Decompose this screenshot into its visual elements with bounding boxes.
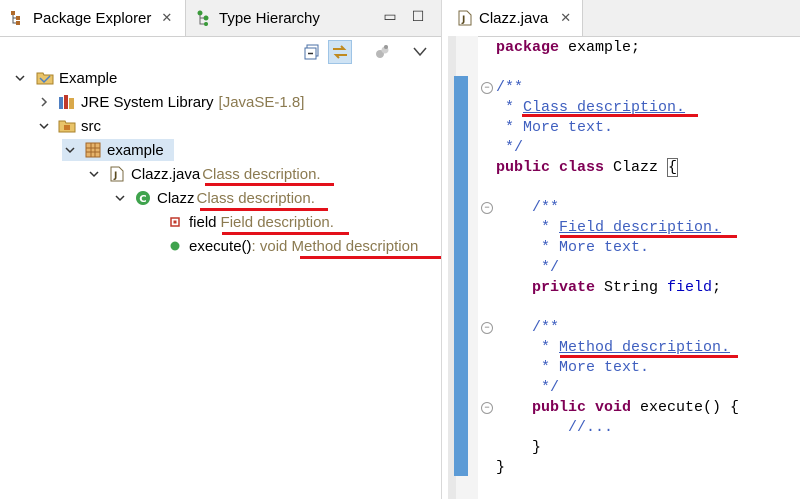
- explorer-tab-bar: Package Explorer ✕ Type Hierarchy ▭ ☐: [0, 0, 442, 37]
- collapse-all-button[interactable]: [300, 40, 324, 64]
- tree-item-class[interactable]: C Clazz Class description.: [112, 187, 315, 209]
- java-file-icon: J: [458, 10, 472, 26]
- project-name: Example: [59, 69, 118, 87]
- fold-collapse-icon[interactable]: −: [481, 322, 493, 334]
- fold-collapse-icon[interactable]: −: [481, 402, 493, 414]
- class-description: Class description.: [196, 189, 315, 207]
- code-line: //...: [496, 419, 614, 436]
- svg-text:C: C: [139, 194, 146, 205]
- package-explorer-icon: [8, 9, 26, 27]
- tree-item-file[interactable]: J Clazz.java Class description.: [86, 163, 321, 185]
- code-line: /**: [496, 319, 560, 336]
- code-line: * More text.: [496, 359, 650, 376]
- tree-item-package[interactable]: example: [62, 139, 174, 161]
- annotation-underline: [560, 355, 738, 358]
- annotation-underline: [205, 183, 334, 186]
- chevron-down-icon[interactable]: [12, 70, 28, 86]
- maximize-icon[interactable]: ☐: [410, 8, 426, 24]
- code-line: package example;: [496, 39, 641, 56]
- tab-label: Type Hierarchy: [219, 9, 320, 27]
- library-icon: [58, 93, 76, 111]
- close-icon[interactable]: ✕: [560, 10, 571, 26]
- editor-tab-label: Clazz.java: [479, 9, 549, 27]
- view-menu-filter-button[interactable]: [370, 40, 394, 64]
- annotation-underline: [522, 114, 698, 117]
- tree-item-src[interactable]: src: [36, 115, 101, 137]
- view-menu-button[interactable]: [408, 40, 432, 64]
- tab-label: Package Explorer: [33, 9, 152, 27]
- tab-clazz-java[interactable]: J Clazz.java ✕: [448, 0, 583, 36]
- method-description: : void Method description: [251, 237, 419, 255]
- tree-item-project[interactable]: Example: [12, 67, 117, 89]
- field-description: Field description.: [220, 213, 334, 231]
- src-name: src: [81, 117, 101, 135]
- svg-text:J: J: [113, 171, 117, 181]
- public-method-icon: [166, 237, 184, 255]
- class-icon: C: [134, 189, 152, 207]
- code-line: /**: [496, 199, 560, 216]
- code-line: }: [496, 459, 506, 476]
- tab-package-explorer[interactable]: Package Explorer ✕: [0, 0, 186, 36]
- minimize-icon[interactable]: ▭: [382, 8, 398, 24]
- code-line: public void execute() {: [496, 399, 740, 416]
- svg-text:J: J: [461, 15, 465, 25]
- javadoc-field-description: Field description.: [559, 219, 722, 236]
- class-name: Clazz: [157, 189, 195, 207]
- code-line: * More text.: [496, 239, 650, 256]
- fold-collapse-icon[interactable]: −: [481, 82, 493, 94]
- code-line: * More text.: [496, 119, 614, 136]
- method-name: execute(): [189, 237, 252, 255]
- annotation-underline: [300, 256, 442, 259]
- package-icon: [84, 141, 102, 159]
- code-line: */: [496, 139, 524, 156]
- package-explorer-pane: Package Explorer ✕ Type Hierarchy ▭ ☐ Ex…: [0, 0, 442, 499]
- editor-pane: J Clazz.java ✕ − − − − package example; …: [448, 0, 800, 499]
- close-icon[interactable]: ✕: [161, 10, 172, 26]
- java-file-icon: J: [108, 165, 126, 183]
- project-folder-icon: [36, 69, 54, 87]
- file-name: Clazz.java: [131, 165, 201, 183]
- private-field-icon: [166, 213, 184, 231]
- library-version: [JavaSE-1.8]: [218, 93, 305, 111]
- chevron-down-icon[interactable]: [36, 118, 52, 134]
- tab-type-hierarchy[interactable]: Type Hierarchy: [194, 0, 320, 36]
- code-line: */: [496, 259, 560, 276]
- javadoc-method-description: Method description.: [559, 339, 731, 356]
- chevron-down-icon[interactable]: [86, 166, 102, 182]
- file-description: Class description.: [202, 165, 321, 183]
- link-with-editor-button[interactable]: [328, 40, 352, 64]
- chevron-right-icon[interactable]: [36, 94, 52, 110]
- tree-item-field[interactable]: field Field description.: [166, 211, 334, 233]
- code-line: public class Clazz {: [496, 158, 679, 177]
- editor-tab-bar: J Clazz.java ✕: [448, 0, 800, 37]
- code-line: */: [496, 379, 560, 396]
- chevron-down-icon[interactable]: [112, 190, 128, 206]
- field-name: field: [189, 213, 217, 231]
- pane-divider[interactable]: [441, 0, 442, 499]
- type-hierarchy-icon: [194, 9, 212, 27]
- tree-item-method[interactable]: execute() : void Method description: [166, 235, 418, 257]
- source-folder-icon: [58, 117, 76, 135]
- tree-item-jre-library[interactable]: JRE System Library [JavaSE-1.8]: [36, 91, 304, 113]
- code-line: }: [496, 439, 542, 456]
- code-line: private String field;: [496, 279, 722, 296]
- library-name: JRE System Library: [81, 93, 214, 111]
- link-with-editor-icon: [333, 45, 347, 59]
- annotation-underline: [560, 235, 737, 238]
- chevron-down-icon[interactable]: [62, 142, 78, 158]
- package-name: example: [107, 141, 164, 159]
- fold-collapse-icon[interactable]: −: [481, 202, 493, 214]
- code-line: /**: [496, 79, 524, 96]
- filter-icon: [376, 45, 389, 58]
- chevron-down-icon: [413, 47, 427, 57]
- collapse-all-icon: [304, 44, 319, 60]
- range-indicator: [454, 76, 468, 476]
